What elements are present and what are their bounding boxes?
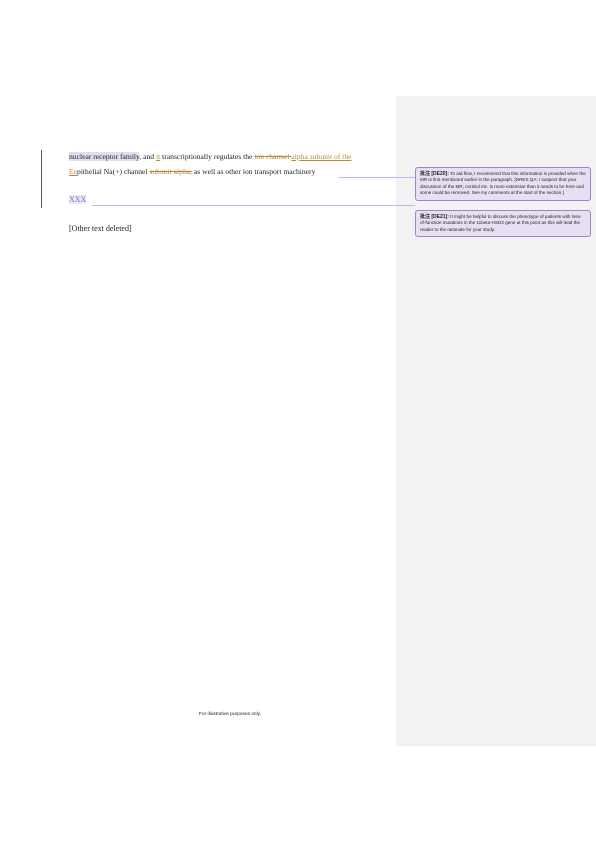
comment-de21[interactable]: 批注 [DE21]: It might be helpful to discus… bbox=[415, 210, 591, 238]
text-run: as well as other ion transport machinery bbox=[192, 166, 316, 176]
body-line-1[interactable]: nuclear receptor family, and it transcri… bbox=[69, 150, 391, 165]
comment-tag: 批注 [DE21]: bbox=[420, 214, 449, 220]
deletion: subunit alpha, bbox=[149, 166, 193, 176]
text-run: , and bbox=[139, 152, 157, 161]
insertion: alpha subunit of the bbox=[291, 152, 352, 161]
document-body[interactable]: nuclear receptor family, and it transcri… bbox=[69, 150, 391, 179]
text-run: transcriptionally regulates the bbox=[160, 152, 255, 161]
comment-anchor-line-2 bbox=[92, 205, 415, 206]
page-footer: For illustrative purposes only. bbox=[198, 712, 262, 717]
change-bar bbox=[41, 150, 42, 208]
insertion: Ee bbox=[69, 166, 78, 176]
deletion: ion channel bbox=[254, 152, 292, 161]
other-text: [Other text deleted] bbox=[69, 224, 132, 233]
comment-anchor-line-1 bbox=[338, 177, 415, 178]
comment-tag: 批注 [DE20]: bbox=[420, 171, 449, 177]
text-run: pithelial Na(+) channel bbox=[77, 166, 150, 176]
placeholder-text: XXX bbox=[69, 195, 87, 204]
commented-text: nuclear receptor family bbox=[69, 152, 140, 161]
comment-de20[interactable]: 批注 [DE20]: To aid flow, I recommend that… bbox=[415, 167, 591, 201]
